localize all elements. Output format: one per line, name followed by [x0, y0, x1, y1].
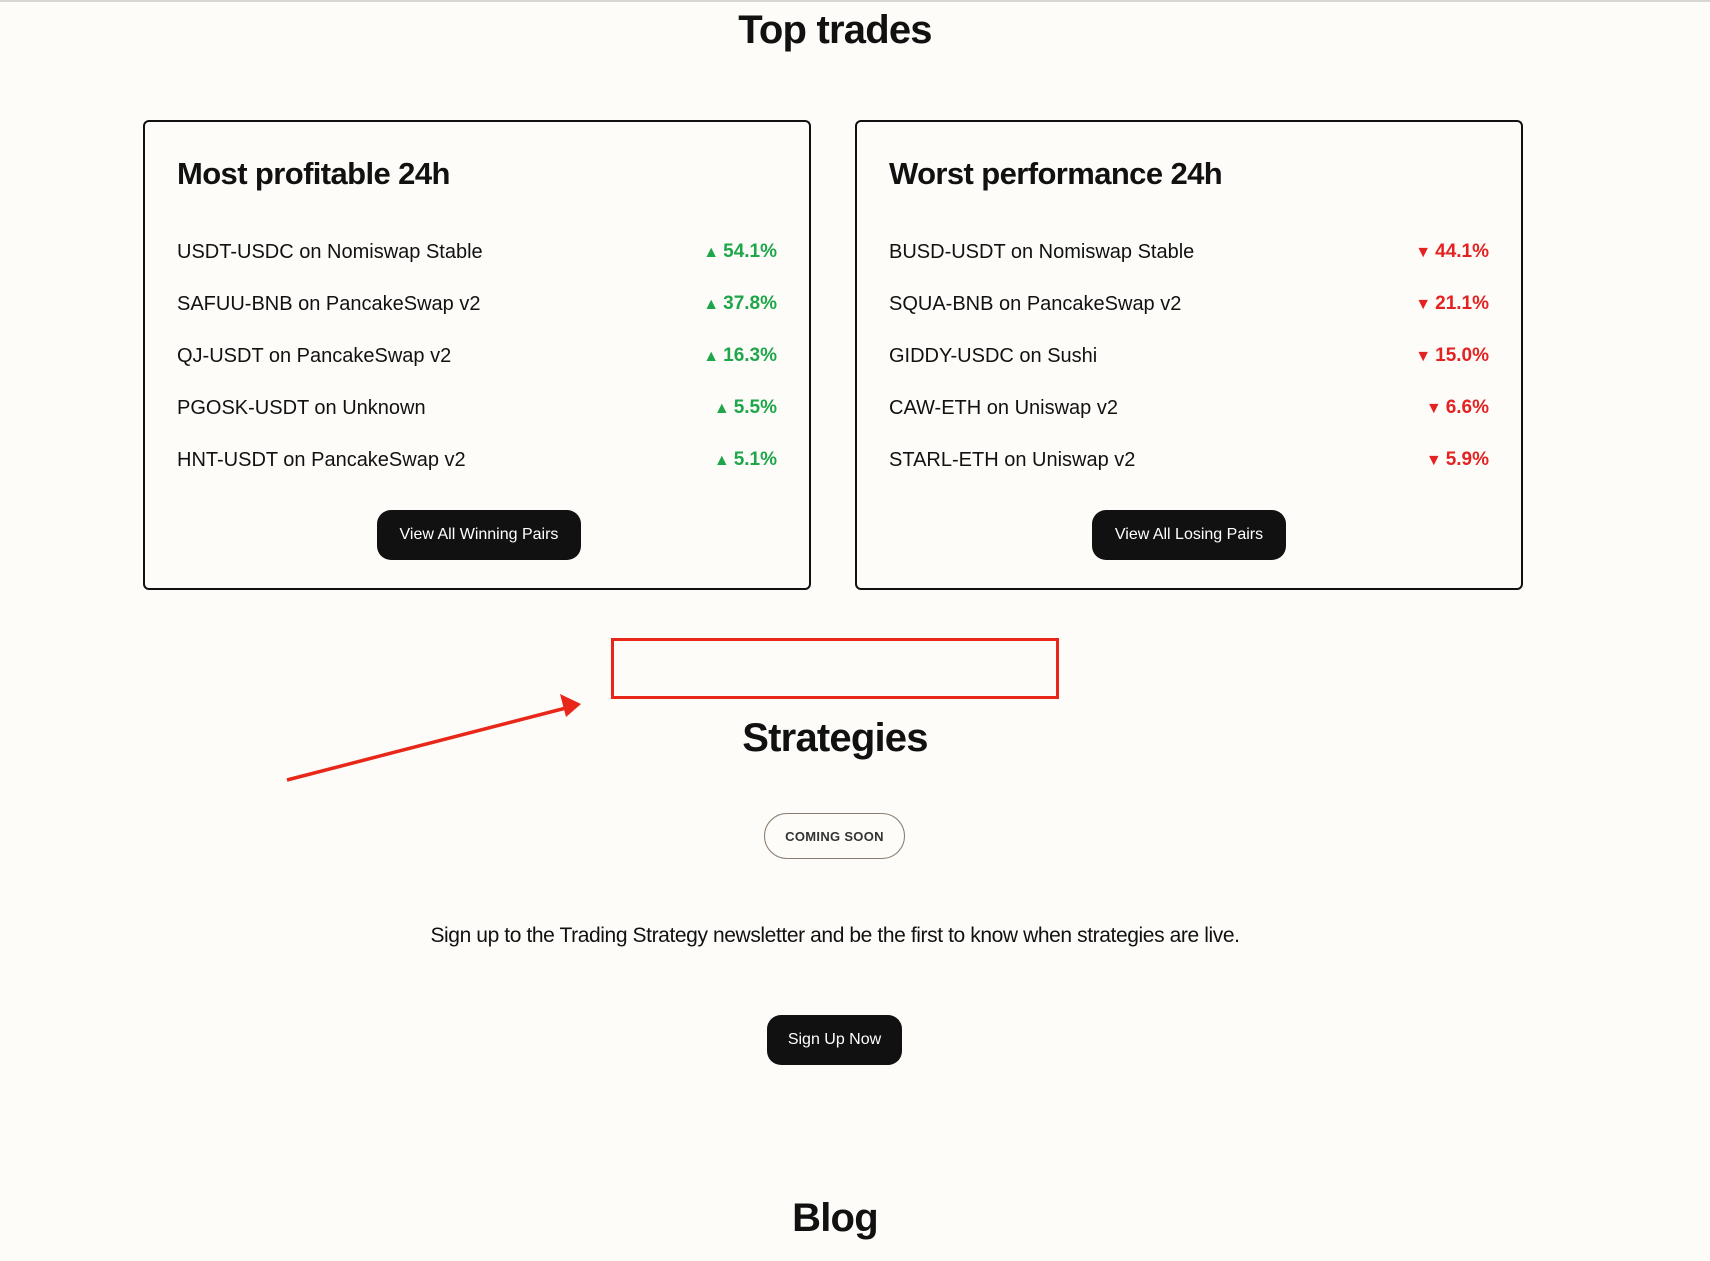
- annotation-arrow-head: [560, 694, 581, 717]
- coming-soon-badge: COMING SOON: [764, 813, 905, 859]
- sign-up-now-button[interactable]: Sign Up Now: [767, 1015, 902, 1065]
- newsletter-text: Sign up to the Trading Strategy newslett…: [430, 924, 1240, 947]
- blog-heading: Blog: [792, 1196, 878, 1240]
- annotation-arrow-icon: [286, 694, 581, 782]
- strategies-heading: Strategies: [742, 716, 928, 760]
